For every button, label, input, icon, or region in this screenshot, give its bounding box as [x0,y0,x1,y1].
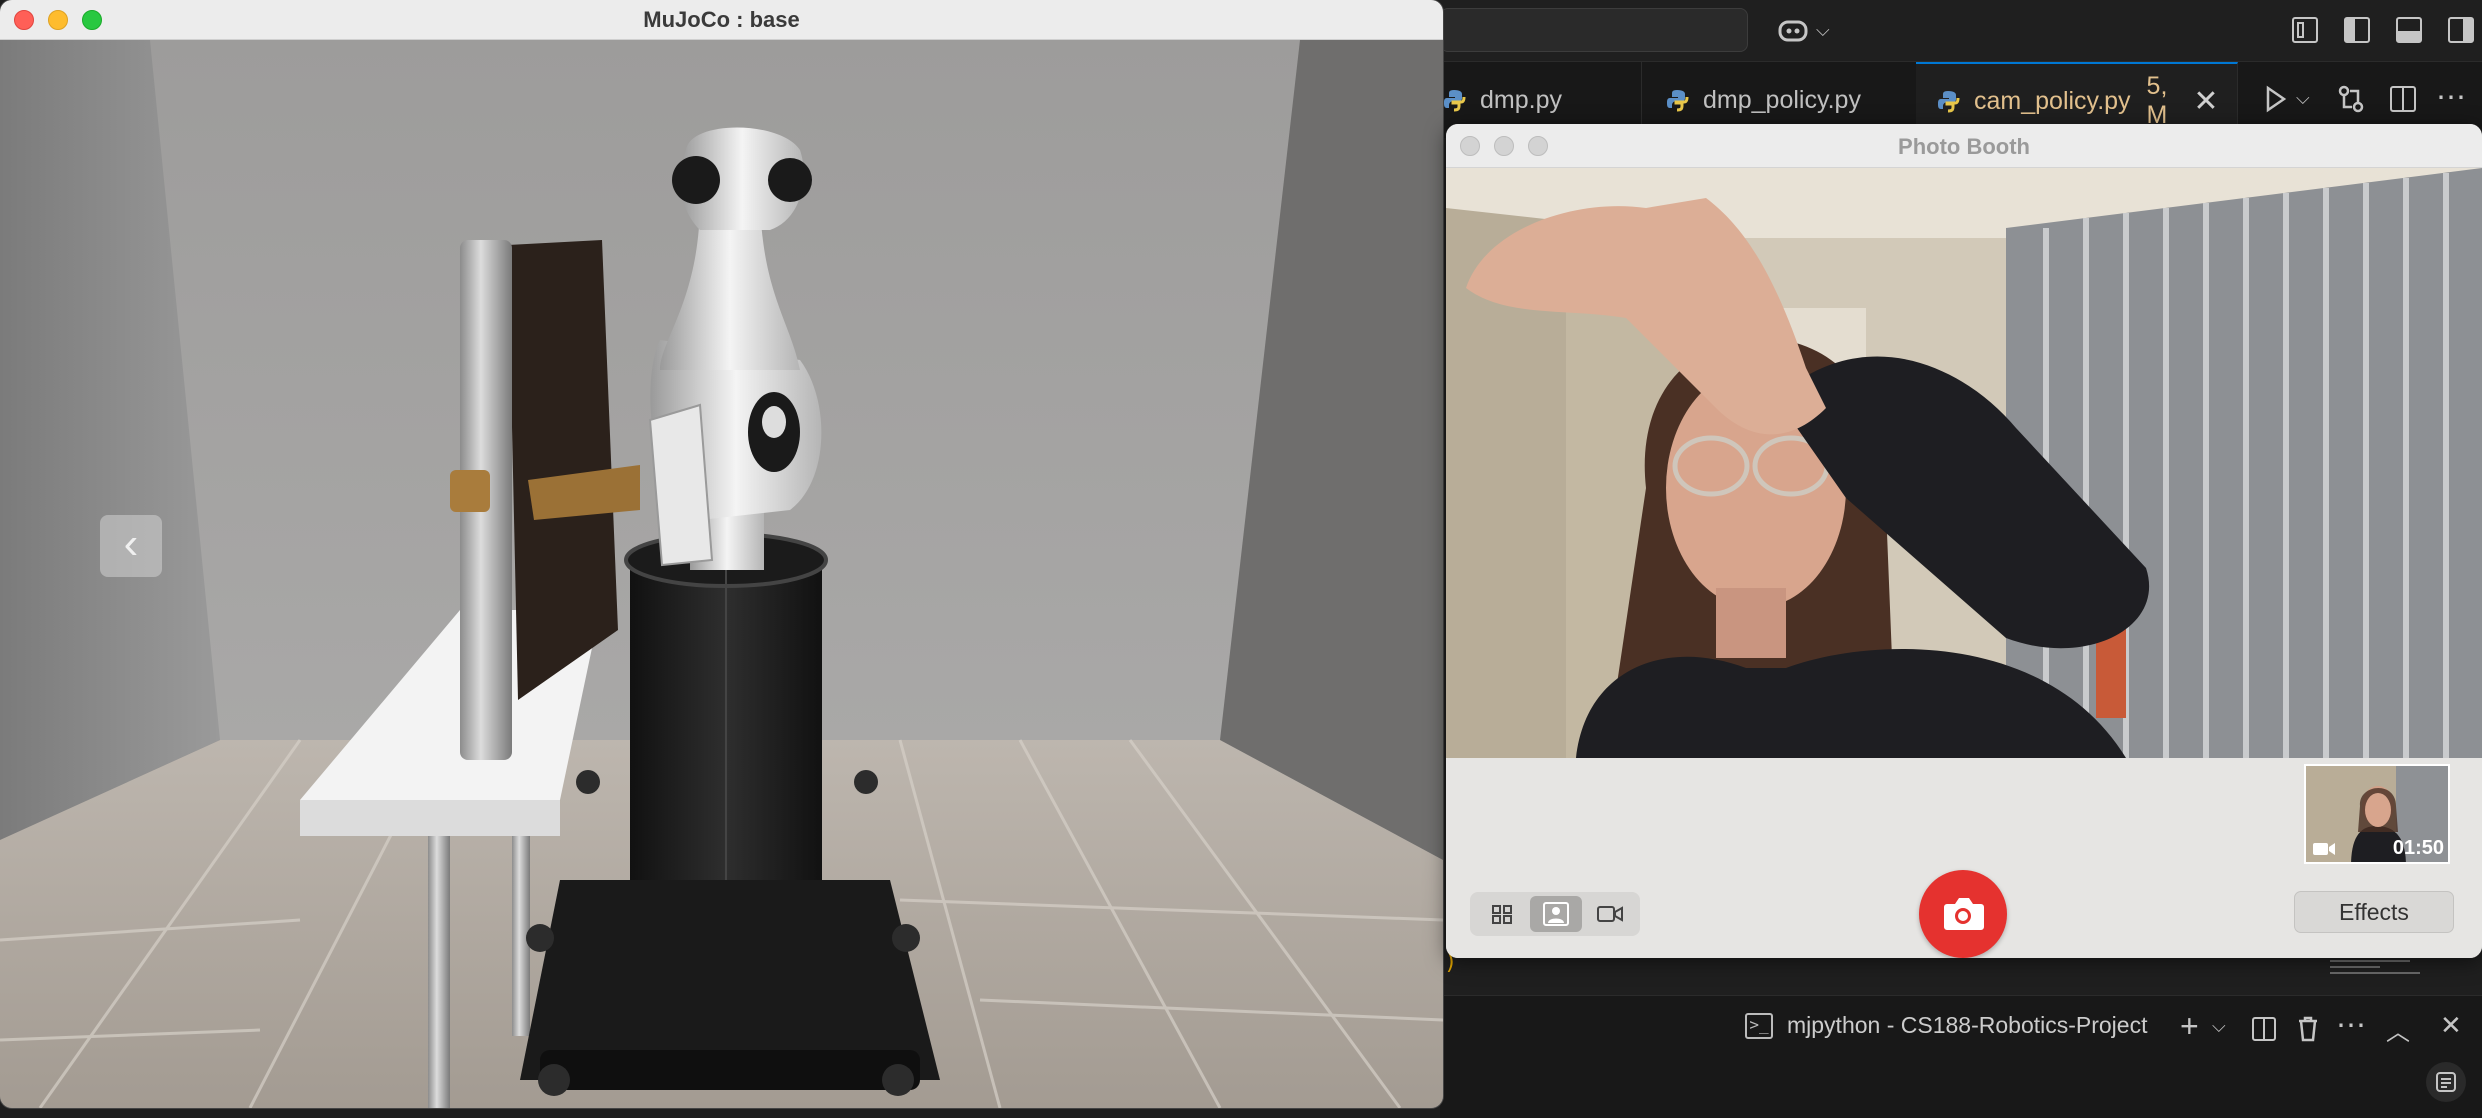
copilot-icon[interactable] [1776,16,1812,44]
mujoco-titlebar[interactable]: MuJoCo : base [0,0,1443,40]
terminal-icon: >_ [1745,1012,1773,1039]
maximize-panel-chevron-up-icon[interactable]: ︿ [2386,1012,2410,1047]
terminal-name: mjpython - CS188-Robotics-Project [1787,1012,2148,1038]
close-icon[interactable]: ✕ [2193,84,2218,119]
terminal-panel: >_ mjpython - CS188-Robotics-Project + ⌵… [1440,995,2482,1118]
tab-label: dmp.py [1480,85,1562,114]
python-file-icon [1665,88,1689,112]
photo-booth-titlebar[interactable]: Photo Booth [1446,124,2482,168]
video-duration: 01:50 [2392,837,2444,859]
video-icon[interactable] [1584,896,1636,932]
camera-feed [1446,168,2482,758]
run-chevron-down-icon[interactable]: ⌵ [2296,88,2310,109]
terminal-title[interactable]: >_ mjpython - CS188-Robotics-Project [1745,1012,2147,1039]
window-title: MuJoCo : base [643,7,800,32]
screen-capture-icon[interactable] [2426,1062,2466,1102]
run-icon[interactable] [2264,84,2288,119]
robot-scene [0,40,1443,1108]
terminal-chevron-down-icon[interactable]: ⌵ [2212,1016,2226,1037]
capture-mode-selector [1470,892,1640,936]
toggle-primary-sidebar-icon[interactable] [2344,17,2370,43]
trash-icon[interactable] [2296,1014,2320,1049]
camera-icon [1944,898,1984,930]
video-icon [2312,840,2336,862]
split-terminal-icon[interactable] [2252,1017,2276,1041]
tab-label: cam_policy.py [1974,86,2131,115]
portrait-icon[interactable] [1530,896,1582,932]
tab-problems-badge: 5, M [2146,72,2168,129]
vscode-titlebar: ⌵ [1440,0,2482,62]
customize-layout-icon[interactable] [2292,17,2318,43]
source-control-compare-icon[interactable] [2336,84,2366,119]
effects-button[interactable]: Effects [2294,891,2454,933]
copilot-chevron-down-icon[interactable]: ⌵ [1816,20,1830,41]
command-center-search[interactable] [1440,8,1748,52]
photo-booth-window: Photo Booth 01:50 Effects [1446,124,2482,958]
toggle-secondary-sidebar-icon[interactable] [2448,17,2474,43]
take-photo-button[interactable] [1919,870,2007,958]
panel-more-actions-icon[interactable]: ⋯ [2336,1008,2366,1043]
toggle-panel-icon[interactable] [2396,17,2422,43]
close-panel-icon[interactable]: ✕ [2440,1010,2462,1041]
mujoco-window: MuJoCo : base ‹ [0,0,1443,1108]
more-actions-icon[interactable]: ⋯ [2436,80,2466,115]
recent-capture-thumbnail[interactable]: 01:50 [2304,764,2450,864]
simulation-viewport[interactable]: ‹ [0,40,1443,1108]
new-terminal-plus-icon[interactable]: + [2180,1008,2199,1045]
grid-icon[interactable] [1476,896,1528,932]
python-file-icon [1936,89,1960,113]
python-file-icon [1442,88,1466,112]
tab-label: dmp_policy.py [1703,85,1861,114]
window-title: Photo Booth [1898,134,2030,159]
chevron-left-icon[interactable]: ‹ [100,515,162,577]
camera-preview [1446,168,2482,758]
split-editor-icon[interactable] [2390,86,2416,112]
